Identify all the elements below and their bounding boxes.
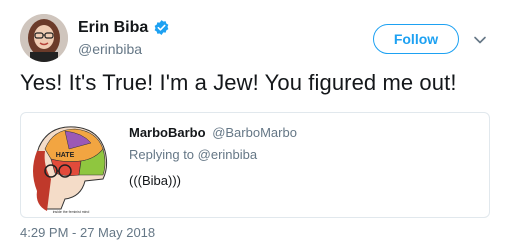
tweet-card: Erin Biba @erinbiba Follow Yes! It's Tru… <box>0 0 512 249</box>
tweet-text: Yes! It's True! I'm a Jew! You figured m… <box>20 70 457 95</box>
quoted-tweet-text: (((Biba))) <box>129 173 181 188</box>
avatar[interactable] <box>20 14 68 62</box>
chevron-down-icon[interactable] <box>472 32 488 48</box>
image-caption: inside the feminist mind <box>53 210 90 214</box>
tweet-timestamp[interactable]: 4:29 PM - 27 May 2018 <box>20 225 155 241</box>
author-block: Erin Biba @erinbiba <box>78 18 170 58</box>
quoted-tweet-author-row: MarboBarbo @BarboMarbo <box>129 125 297 141</box>
follow-button[interactable]: Follow <box>373 24 459 54</box>
replying-to-handle[interactable]: @erinbiba <box>198 147 257 162</box>
quoted-tweet-display-name: MarboBarbo <box>129 125 206 140</box>
quoted-tweet[interactable]: HATE inside the feminist mind MarboBarbo… <box>20 112 490 218</box>
quoted-tweet-image[interactable]: HATE inside the feminist mind <box>25 119 117 215</box>
quoted-tweet-body: MarboBarbo @BarboMarbo Replying to @erin… <box>129 125 297 189</box>
author-handle[interactable]: @erinbiba <box>78 41 170 58</box>
author-display-name[interactable]: Erin Biba <box>78 18 148 37</box>
image-hate-label: HATE <box>56 152 75 159</box>
avatar-image <box>20 14 68 62</box>
replying-to-prefix: Replying to <box>129 147 198 162</box>
quoted-tweet-replying-to: Replying to @erinbiba <box>129 147 297 163</box>
author-name-row: Erin Biba <box>78 18 170 37</box>
quoted-tweet-handle: @BarboMarbo <box>212 125 297 140</box>
verified-badge-icon <box>154 20 169 35</box>
